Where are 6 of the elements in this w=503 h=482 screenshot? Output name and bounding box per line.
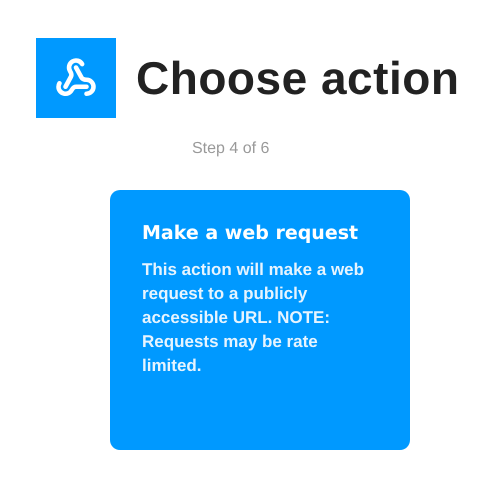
action-card[interactable]: Make a web request This action will make a web request to a publicly accessible URL. NOTE: Requests may be rate limited. [110, 190, 410, 450]
step-indicator: Step 4 of 6 [192, 140, 270, 158]
page-title: Choose action [136, 51, 460, 105]
action-title: Make a web request [142, 222, 360, 244]
action-description: This action will make a web request to a publicly accessible URL. NOTE: Requests may be rate limited. [142, 259, 366, 377]
webhook-icon [55, 57, 97, 99]
